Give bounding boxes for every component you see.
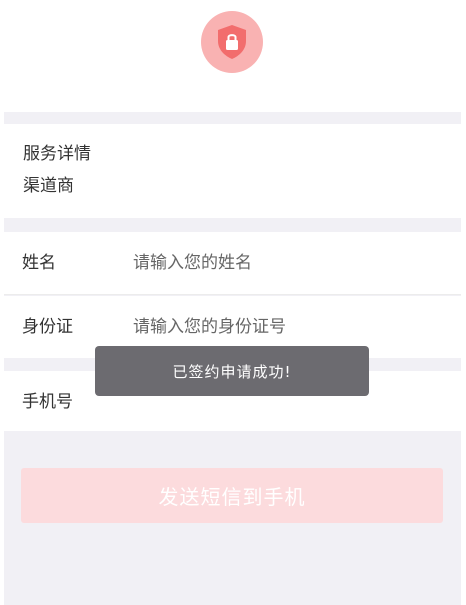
service-details-card: 服务详情 渠道商 — [4, 124, 461, 218]
id-number-label: 身份证 — [22, 317, 73, 337]
id-number-input[interactable] — [133, 310, 433, 344]
service-channel-text: 渠道商 — [23, 176, 74, 196]
toast-message: 已签约申请成功! — [95, 346, 369, 396]
shield-lock-icon — [201, 11, 263, 73]
page: 服务详情 渠道商 姓名 身份证 手机号 发送短信到手机 已签约申请成功! — [0, 0, 466, 605]
name-input[interactable] — [133, 246, 433, 280]
send-sms-button[interactable]: 发送短信到手机 — [21, 468, 443, 523]
service-details-title: 服务详情 — [23, 144, 91, 164]
phone-label: 手机号 — [22, 392, 73, 412]
header-area — [0, 0, 466, 112]
name-label: 姓名 — [22, 253, 56, 273]
name-row: 姓名 — [4, 232, 461, 295]
